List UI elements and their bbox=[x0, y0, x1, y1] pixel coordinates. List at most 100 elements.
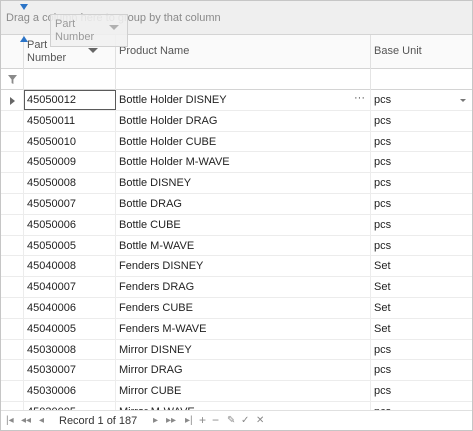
data-grid: Drag a column here to group by that colu… bbox=[0, 0, 473, 431]
part-number-cell[interactable]: 45050007 bbox=[24, 193, 116, 214]
product-name-cell[interactable]: Bottle Holder CUBE bbox=[116, 131, 371, 152]
base-unit-cell[interactable]: pcs bbox=[371, 402, 472, 410]
last-icon[interactable]: ▸| bbox=[185, 415, 193, 427]
table-row[interactable]: 45030006 Mirror CUBE pcs bbox=[1, 381, 472, 402]
table-row[interactable]: 45040007 Fenders DRAG Set bbox=[1, 277, 472, 298]
next-page-icon[interactable]: ▸▸ bbox=[166, 415, 176, 427]
table-row[interactable]: 45050011 Bottle Holder DRAG pcs bbox=[1, 110, 472, 132]
chevron-down-icon bbox=[109, 25, 119, 30]
base-unit-cell[interactable]: pcs bbox=[371, 194, 472, 214]
part-number-cell[interactable]: 45050008 bbox=[24, 173, 116, 193]
filter-cell-base-unit[interactable] bbox=[371, 69, 472, 90]
row-indicator-cell bbox=[1, 381, 24, 401]
table-row[interactable]: 45050006 Bottle CUBE pcs bbox=[1, 214, 472, 236]
part-number-cell[interactable]: 45030008 bbox=[24, 339, 116, 360]
product-name-cell[interactable]: Fenders M-WAVE bbox=[116, 318, 371, 339]
row-indicator-cell bbox=[1, 173, 24, 193]
record-counter: Record 1 of 187 bbox=[59, 415, 138, 427]
row-indicator-cell bbox=[1, 277, 24, 297]
ellipsis-button[interactable]: ··· bbox=[354, 92, 365, 104]
table-row[interactable]: 45040008 Fenders DISNEY Set bbox=[1, 256, 472, 278]
part-number-cell[interactable]: 45050009 bbox=[24, 152, 116, 173]
base-unit-cell[interactable]: pcs bbox=[371, 111, 472, 131]
part-number-cell[interactable]: 45050005 bbox=[24, 235, 116, 256]
product-name-cell[interactable]: Bottle Holder DRAG bbox=[116, 110, 371, 131]
table-row[interactable]: 45050010 Bottle Holder CUBE pcs bbox=[1, 131, 472, 153]
base-unit-cell[interactable]: Set bbox=[371, 298, 472, 318]
table-row[interactable]: 45040005 Fenders M-WAVE Set bbox=[1, 318, 472, 340]
table-row[interactable]: 45050009 Bottle Holder M-WAVE pcs bbox=[1, 152, 472, 174]
add-icon[interactable]: + bbox=[199, 414, 206, 426]
product-name-cell[interactable]: Bottle Holder M-WAVE bbox=[116, 152, 371, 173]
row-indicator-cell bbox=[1, 318, 24, 339]
remove-icon[interactable]: − bbox=[212, 414, 219, 426]
product-name-cell[interactable]: Bottle M-WAVE bbox=[116, 235, 371, 256]
part-number-cell[interactable]: 45040005 bbox=[24, 318, 116, 339]
table-row[interactable]: 45050007 Bottle DRAG pcs bbox=[1, 193, 472, 215]
part-number-cell[interactable]: 45040007 bbox=[24, 277, 116, 297]
part-number-cell[interactable]: 45030005 bbox=[24, 401, 116, 410]
drag-column-ghost[interactable]: Part Number bbox=[50, 14, 128, 47]
base-unit-cell[interactable]: pcs bbox=[371, 340, 472, 360]
product-name-cell[interactable]: Bottle CUBE bbox=[116, 214, 371, 235]
product-name-text: Bottle Holder DISNEY bbox=[119, 94, 227, 106]
base-unit-cell[interactable]: pcs bbox=[371, 236, 472, 256]
base-unit-cell[interactable]: pcs bbox=[371, 173, 472, 193]
column-filter-dropdown-icon[interactable] bbox=[88, 48, 98, 53]
next-icon[interactable]: ▸ bbox=[153, 415, 158, 427]
product-name-cell[interactable]: Mirror M-WAVE bbox=[116, 401, 371, 410]
table-row[interactable]: 45040006 Fenders CUBE Set bbox=[1, 297, 472, 319]
table-row[interactable]: 45050008 Bottle DISNEY pcs bbox=[1, 173, 472, 194]
part-number-cell[interactable]: 45050006 bbox=[24, 214, 116, 235]
base-unit-cell[interactable]: Set bbox=[371, 277, 472, 297]
part-number-cell[interactable]: 45040006 bbox=[24, 297, 116, 318]
table-row[interactable]: 45030008 Mirror DISNEY pcs bbox=[1, 339, 472, 361]
base-unit-cell[interactable]: pcs bbox=[371, 132, 472, 152]
table-row[interactable]: 45050012 Bottle Holder DISNEY ··· pcs bbox=[1, 90, 472, 111]
column-header-base-unit[interactable]: Base Unit bbox=[371, 35, 472, 69]
part-number-cell[interactable]: 45050012 bbox=[24, 90, 116, 110]
product-name-cell[interactable]: Fenders CUBE bbox=[116, 297, 371, 318]
cancel-icon[interactable]: ✕ bbox=[256, 415, 264, 427]
product-name-cell[interactable]: Mirror DRAG bbox=[116, 360, 371, 381]
base-unit-combo[interactable]: pcs bbox=[371, 90, 472, 110]
first-icon[interactable]: |◂ bbox=[6, 415, 14, 427]
filter-cell-product-name[interactable] bbox=[116, 69, 371, 90]
row-indicator-cell bbox=[1, 256, 24, 277]
filter-funnel-icon bbox=[8, 75, 17, 84]
filter-cell-part-number[interactable] bbox=[24, 69, 116, 90]
row-indicator-cell bbox=[1, 339, 24, 360]
base-unit-cell[interactable]: pcs bbox=[371, 360, 472, 380]
part-number-cell[interactable]: 45050011 bbox=[24, 110, 116, 131]
product-name-cell[interactable]: Mirror DISNEY bbox=[116, 339, 371, 360]
base-unit-cell[interactable]: pcs bbox=[371, 215, 472, 235]
row-indicator-cell bbox=[1, 110, 24, 131]
drop-indicator-down-icon bbox=[20, 4, 28, 10]
product-name-cell[interactable]: Fenders DISNEY bbox=[116, 256, 371, 277]
base-unit-cell[interactable]: Set bbox=[371, 256, 472, 276]
part-number-cell[interactable]: 45040008 bbox=[24, 256, 116, 277]
part-number-cell[interactable]: 45030007 bbox=[24, 360, 116, 381]
auto-filter-row bbox=[1, 69, 472, 90]
product-name-cell[interactable]: Bottle Holder DISNEY ··· bbox=[116, 90, 371, 110]
product-name-cell[interactable]: Bottle DRAG bbox=[116, 193, 371, 214]
accept-icon[interactable]: ✓ bbox=[241, 415, 249, 427]
column-header-product-name[interactable]: Product Name bbox=[116, 35, 371, 69]
table-row[interactable]: 45030007 Mirror DRAG pcs bbox=[1, 360, 472, 382]
row-indicator-cell bbox=[1, 152, 24, 173]
product-name-cell[interactable]: Bottle DISNEY bbox=[116, 173, 371, 193]
base-unit-cell[interactable]: pcs bbox=[371, 152, 472, 172]
prev-page-icon[interactable]: ◂◂ bbox=[21, 415, 31, 427]
product-name-cell[interactable]: Mirror CUBE bbox=[116, 381, 371, 401]
chevron-down-icon[interactable] bbox=[460, 99, 466, 102]
part-number-cell[interactable]: 45050010 bbox=[24, 131, 116, 152]
table-row[interactable]: 45030005 Mirror M-WAVE pcs bbox=[1, 401, 472, 410]
part-number-cell[interactable]: 45030006 bbox=[24, 381, 116, 401]
prev-icon[interactable]: ◂ bbox=[39, 415, 44, 427]
product-name-cell[interactable]: Fenders DRAG bbox=[116, 277, 371, 297]
base-unit-cell[interactable]: pcs bbox=[371, 381, 472, 401]
edit-icon[interactable]: ✎ bbox=[227, 415, 235, 427]
base-unit-cell[interactable]: Set bbox=[371, 319, 472, 339]
table-row[interactable]: 45050005 Bottle M-WAVE pcs bbox=[1, 235, 472, 257]
row-indicator-cell bbox=[1, 297, 24, 318]
